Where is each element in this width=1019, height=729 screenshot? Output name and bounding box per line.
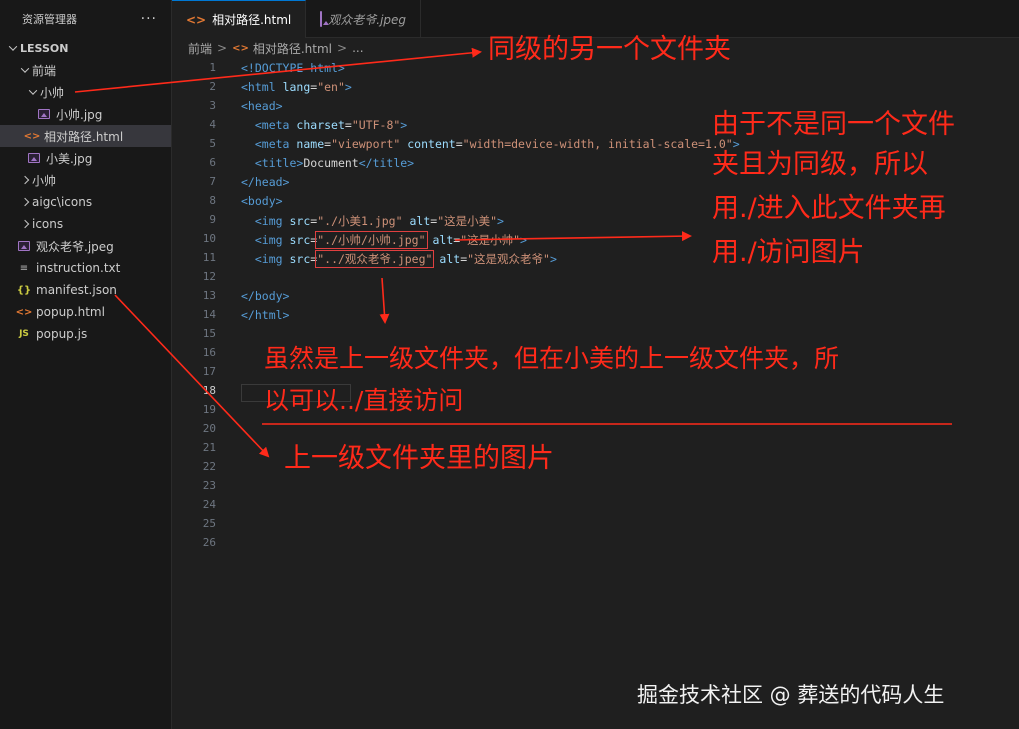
watermark: 掘金技术社区 @ 葬送的代码人生 — [637, 683, 945, 707]
arrow-to-subfolder-note — [454, 231, 692, 242]
annotation-subfolder-line-1: 由于不是同一个文件 — [712, 109, 955, 140]
annotation-parent-line-1: 虽然是上一级文件夹，但在小美的上一级文件夹，所 — [264, 344, 840, 373]
annotation-subfolder-line-3: 用./进入此文件夹再 — [712, 193, 946, 224]
annotation-sibling-folder: 同级的另一个文件夹 — [488, 34, 731, 65]
arrow-to-sibling-folder-note — [74, 47, 482, 93]
annotation-subfolder-line-2: 夹且为同级，所以 — [712, 149, 928, 180]
annotation-parent-line-2: 以可以../直接访问 — [264, 386, 464, 415]
annotation-subfolder-line-4: 用./访问图片 — [712, 237, 865, 268]
annotation-parent-image: 上一级文件夹里的图片 — [284, 443, 554, 474]
arrow-to-parent-image-note — [114, 294, 270, 458]
arrow-to-parent-note — [379, 277, 390, 324]
